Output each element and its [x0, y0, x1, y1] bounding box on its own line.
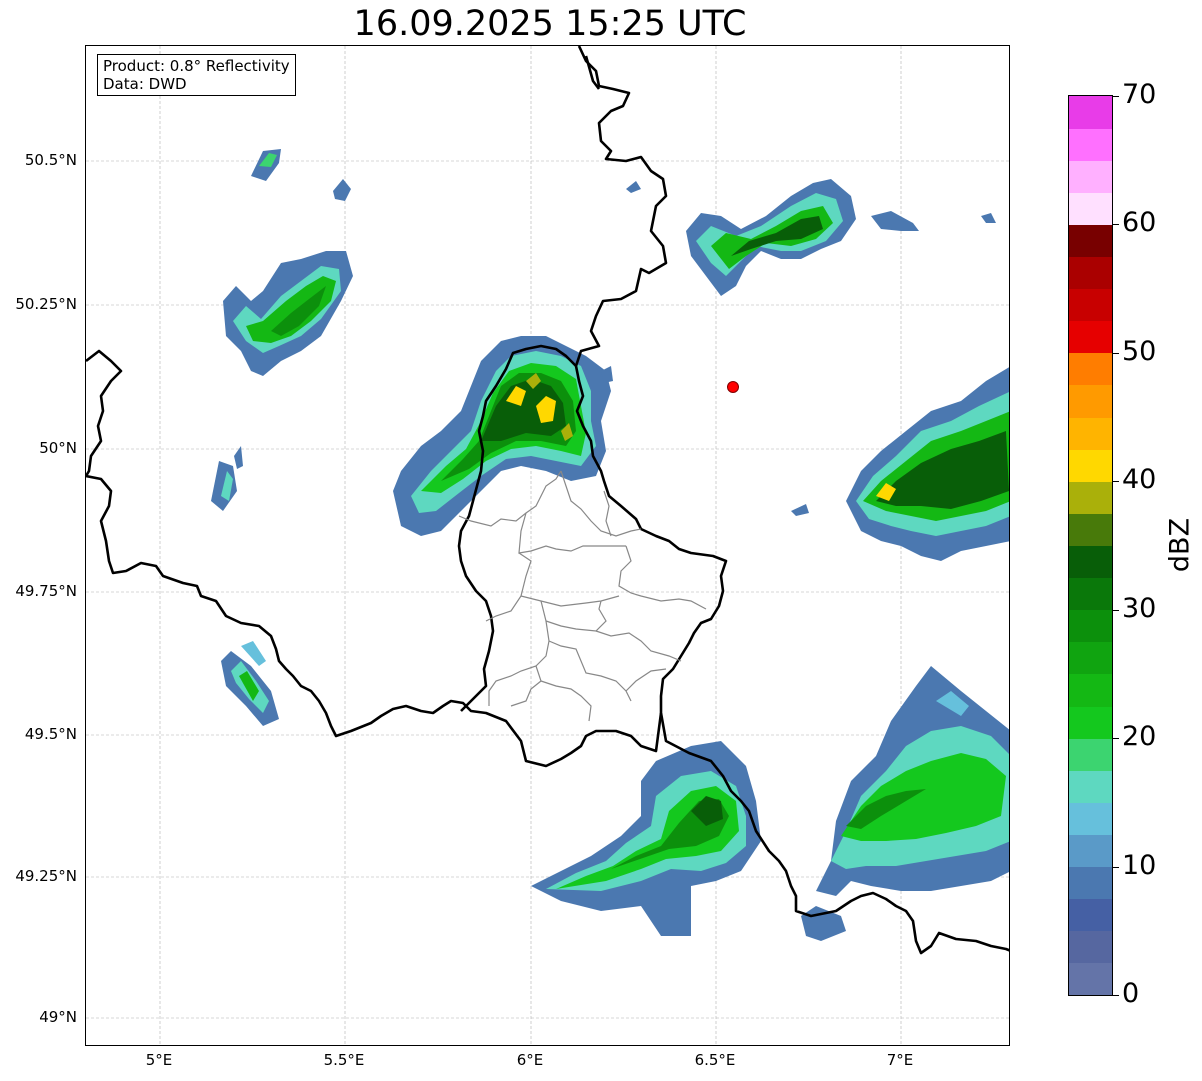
map-panel[interactable]: [85, 45, 1010, 1046]
lon-tick-label: 6°E: [516, 1051, 544, 1069]
echo-cell-west: [223, 251, 353, 376]
colorbar-segment: [1069, 898, 1112, 932]
lat-tick-label: 49.75°N: [15, 582, 77, 600]
colorbar-segment: [1069, 545, 1112, 579]
colorbar-tick-mark: [1113, 224, 1119, 226]
echo-cell-southeast: [801, 666, 1009, 941]
colorbar-tick-mark: [1113, 96, 1119, 97]
colorbar-segment: [1069, 128, 1112, 161]
colorbar-tick-label: 30: [1122, 592, 1157, 624]
colorbar-segment: [1069, 577, 1112, 611]
radar-map[interactable]: [86, 46, 1010, 1046]
lat-tick-label: 49.5°N: [24, 725, 77, 743]
colorbar-segment: [1069, 962, 1112, 996]
district-borders: [458, 470, 707, 722]
colorbar-segment: [1069, 866, 1112, 900]
colorbar-segment: [1069, 481, 1112, 514]
colorbar-segment: [1069, 673, 1112, 707]
colorbar-segment: [1069, 320, 1112, 354]
colorbar-segment: [1069, 192, 1112, 225]
lon-tick-label: 5°E: [145, 1051, 173, 1069]
colorbar-tick-mark: [1113, 866, 1119, 868]
colorbar-segment: [1069, 96, 1112, 129]
lat-tick-label: 49°N: [39, 1008, 77, 1026]
colorbar-segment: [1069, 834, 1112, 868]
map-title: 16.09.2025 15:25 UTC: [353, 4, 747, 44]
colorbar-tick-label: 10: [1122, 849, 1157, 881]
echo-cell-south: [531, 741, 761, 936]
lat-tick-label: 50°N: [39, 439, 77, 457]
colorbar-tick-mark: [1113, 352, 1119, 354]
echo-cell-southwest-small: [221, 641, 279, 726]
colorbar-segment: [1069, 160, 1112, 193]
echo-cell-east: [791, 367, 1009, 561]
colorbar-segment: [1069, 417, 1112, 450]
radar-site-marker[interactable]: [727, 381, 739, 393]
colorbar-tick-mark: [1113, 995, 1119, 996]
lat-tick-label: 50.5°N: [24, 151, 77, 169]
lon-tick-label: 7°E: [886, 1051, 914, 1069]
colorbar-segment: [1069, 513, 1112, 546]
reflectivity-echoes: [211, 149, 1009, 941]
colorbar-segment: [1069, 449, 1112, 482]
lat-tick-label: 49.25°N: [15, 867, 77, 885]
colorbar-tick-label: 20: [1122, 721, 1157, 753]
colorbar-segment: [1069, 706, 1112, 739]
colorbar-segment: [1069, 352, 1112, 386]
colorbar-segment: [1069, 384, 1112, 418]
colorbar-segment: [1069, 224, 1112, 258]
lon-tick-label: 6.5°E: [694, 1051, 736, 1069]
colorbar-tick-label: 60: [1122, 207, 1157, 239]
lat-tick-label: 50.25°N: [15, 295, 77, 313]
colorbar-segment: [1069, 930, 1112, 964]
echo-cell-northeast: [626, 179, 996, 296]
data-source-label: Data: DWD: [103, 75, 187, 93]
colorbar-tick-label: 70: [1122, 79, 1157, 110]
colorbar-segment: [1069, 288, 1112, 322]
colorbar-tick-label: 0: [1122, 978, 1140, 1009]
colorbar-segment: [1069, 641, 1112, 675]
colorbar-segment: [1069, 256, 1112, 290]
echo-cell-nw-small: [251, 149, 351, 201]
echo-cell-central: [393, 336, 613, 536]
colorbar-segment: [1069, 609, 1112, 643]
colorbar-tick-mark: [1113, 738, 1119, 740]
colorbar-tick-label: 50: [1122, 335, 1157, 367]
colorbar-tick-mark: [1113, 481, 1119, 483]
colorbar-label: dBZ: [1164, 517, 1196, 573]
colorbar-tick-mark: [1113, 609, 1119, 611]
colorbar-segment: [1069, 770, 1112, 803]
colorbar-tick-label: 40: [1122, 464, 1157, 496]
colorbar-segment: [1069, 738, 1112, 771]
lon-tick-label: 5.5°E: [323, 1051, 365, 1069]
colorbar: [1068, 95, 1113, 996]
product-info-box: Product: 0.8° Reflectivity Data: DWD: [97, 54, 296, 96]
colorbar-segment: [1069, 802, 1112, 835]
product-label: Product: 0.8° Reflectivity: [103, 57, 290, 75]
